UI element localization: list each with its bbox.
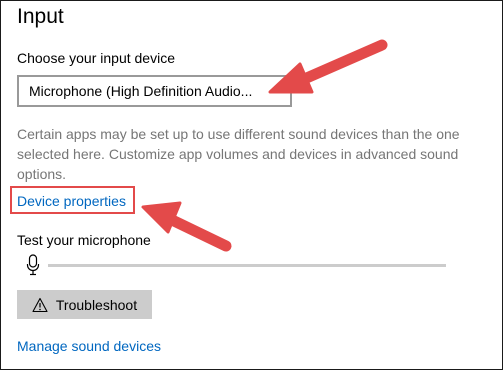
test-microphone-label: Test your microphone [17, 232, 151, 248]
manage-sound-devices-link[interactable]: Manage sound devices [17, 338, 161, 354]
input-device-label: Choose your input device [17, 50, 175, 66]
section-title: Input [17, 5, 64, 28]
troubleshoot-button[interactable]: Troubleshoot [17, 290, 152, 319]
help-text: Certain apps may be set up to use differ… [17, 126, 460, 182]
warning-triangle-icon [32, 297, 48, 312]
input-device-select[interactable]: Microphone (High Definition Audio... [17, 75, 292, 107]
settings-panel: Input Choose your input device Microphon… [0, 0, 503, 370]
troubleshoot-label: Troubleshoot [55, 296, 138, 313]
mic-level-bar [48, 264, 446, 267]
microphone-icon [26, 254, 40, 276]
device-properties-link[interactable]: Device properties [17, 193, 126, 209]
